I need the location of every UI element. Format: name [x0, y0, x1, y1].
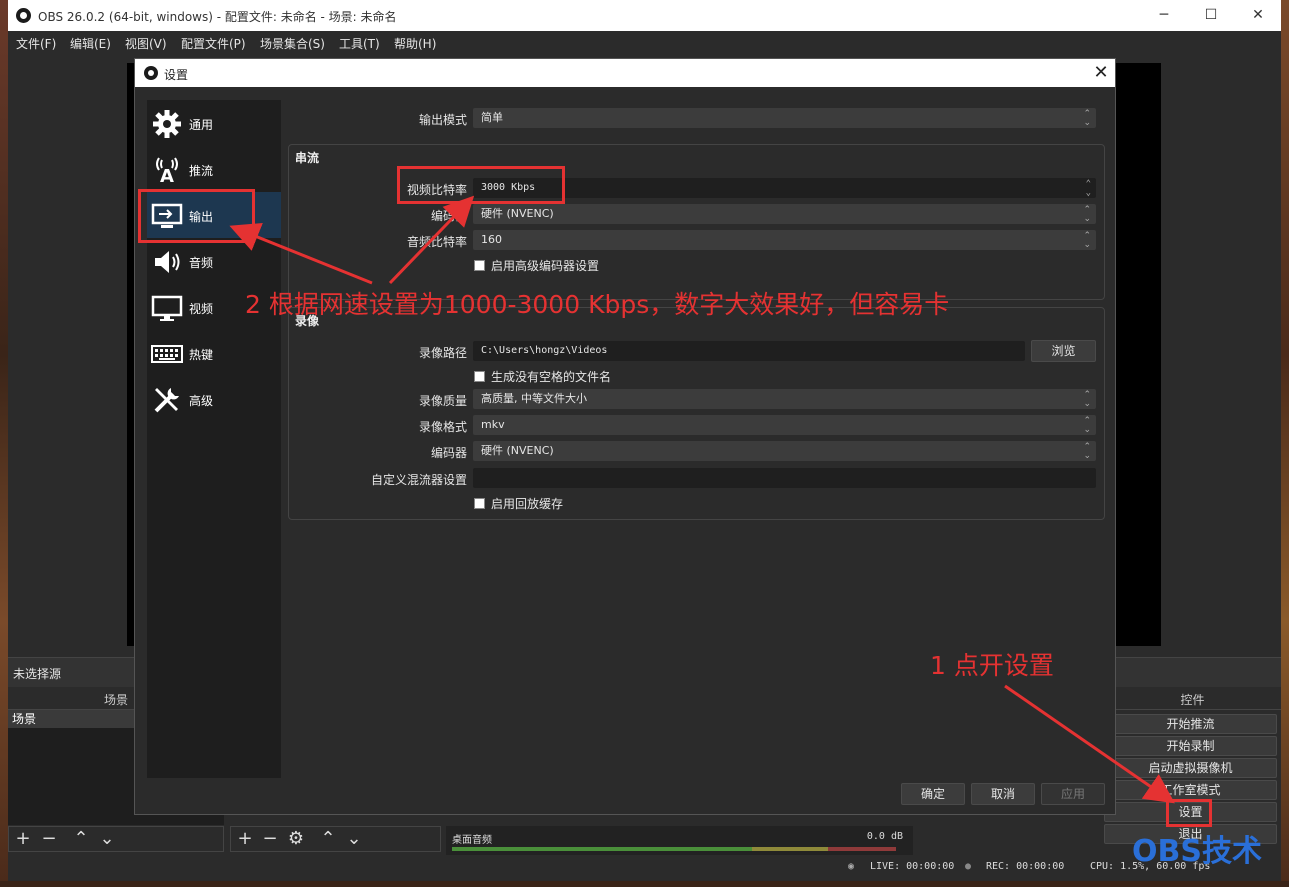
step-2-note: 2 根据网速设置为1000-3000 Kbps，数字大效果好，但容易卡 [245, 290, 950, 319]
arrow-to-settings [1004, 684, 1175, 804]
arrow-to-video-bitrate [388, 195, 475, 285]
watermark-logo: OBS技术 [1132, 834, 1262, 869]
step-1-note: 1 点开设置 [930, 651, 1054, 680]
annotation-arrows [229, 195, 1175, 804]
arrow-to-output-tab [229, 223, 373, 285]
